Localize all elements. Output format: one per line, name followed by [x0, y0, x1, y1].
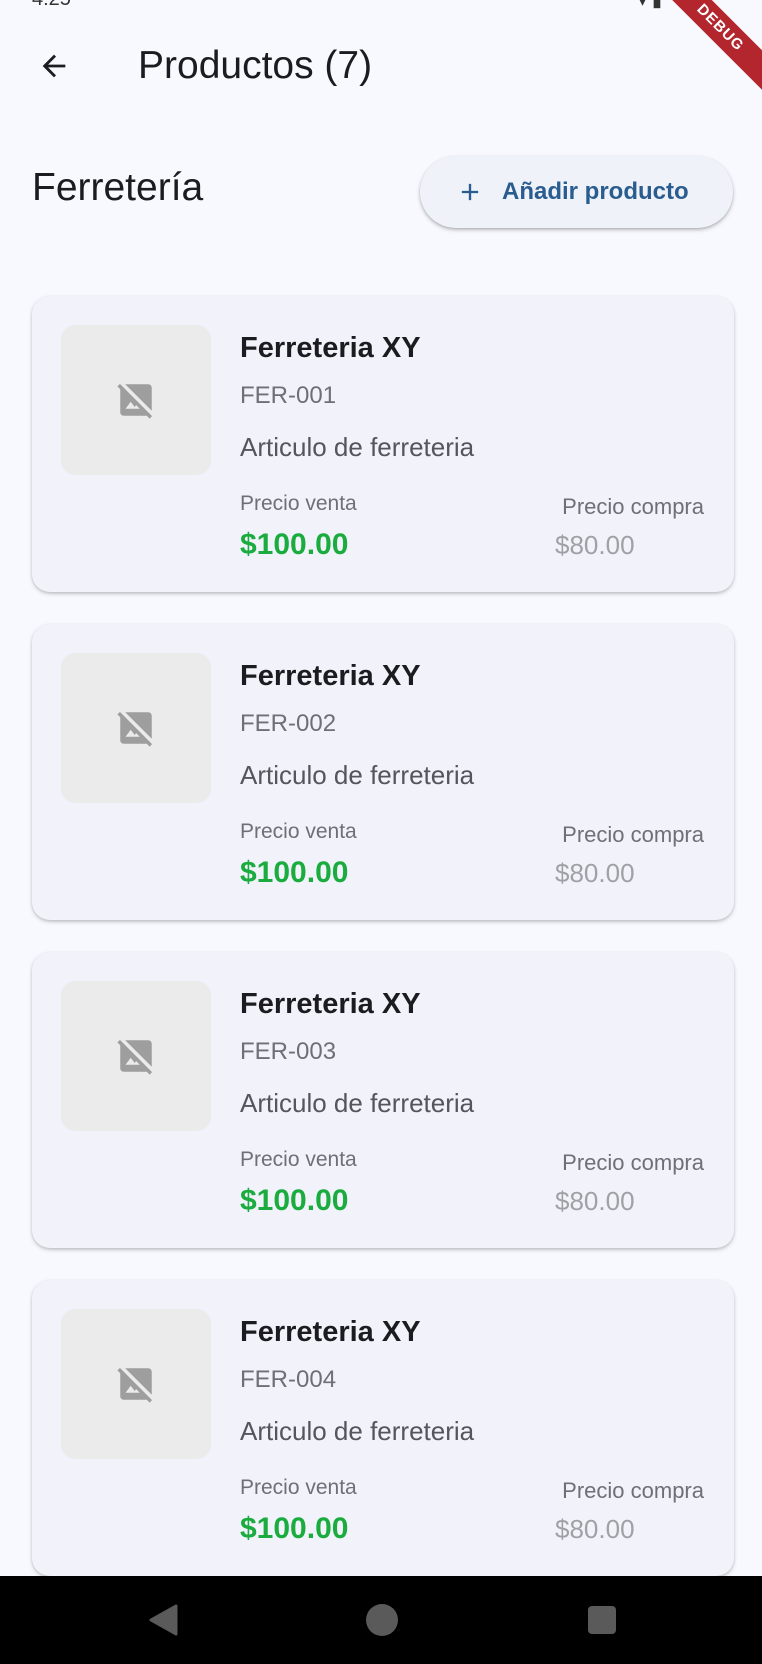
status-bar: 4:25 ▾ ▮: [0, 0, 762, 18]
sale-price-label: Precio venta: [240, 492, 357, 515]
sale-price: $100.00: [240, 528, 349, 561]
purchase-price: $80.00: [555, 530, 635, 560]
product-description: Articulo de ferreteria: [240, 1088, 475, 1118]
product-description: Articulo de ferreteria: [240, 1416, 475, 1446]
product-image-placeholder: [61, 1309, 211, 1459]
app-bar: Productos (7): [0, 20, 762, 112]
purchase-price-label: Precio compra: [562, 1150, 704, 1175]
section-header: Ferretería Añadir producto: [0, 152, 762, 228]
status-time: 4:25: [32, 0, 71, 11]
add-product-button[interactable]: Añadir producto: [420, 156, 733, 228]
sale-price-label: Precio venta: [240, 820, 357, 843]
product-card[interactable]: Ferreteria XY FER-002 Articulo de ferret…: [32, 624, 734, 920]
product-card[interactable]: Ferreteria XY FER-001 Articulo de ferret…: [32, 296, 734, 592]
product-description: Articulo de ferreteria: [240, 432, 475, 462]
arrow-left-icon: [42, 54, 66, 78]
sale-price: $100.00: [240, 1184, 349, 1217]
hide-image-icon: [117, 1367, 153, 1403]
product-name: Ferreteria XY: [240, 988, 421, 1020]
product-code: FER-004: [240, 1366, 337, 1393]
product-name: Ferreteria XY: [240, 332, 421, 364]
hide-image-icon: [117, 383, 153, 419]
plus-icon: [461, 183, 479, 201]
purchase-price: $80.00: [555, 1186, 635, 1216]
sale-price: $100.00: [240, 1512, 349, 1545]
sale-price-label: Precio venta: [240, 1148, 357, 1171]
nav-back-icon[interactable]: [148, 1604, 178, 1636]
hide-image-icon: [117, 1039, 153, 1075]
product-code: FER-001: [240, 382, 337, 409]
nav-home-icon[interactable]: [366, 1604, 398, 1636]
sale-price-label: Precio venta: [240, 1476, 357, 1499]
status-icons: ▾ ▮: [638, 0, 662, 10]
back-button[interactable]: [26, 38, 82, 94]
hide-image-icon: [117, 711, 153, 747]
system-navigation-bar: [0, 1576, 762, 1664]
product-description: Articulo de ferreteria: [240, 760, 475, 790]
product-image-placeholder: [61, 981, 211, 1131]
product-name: Ferreteria XY: [240, 660, 421, 692]
product-name: Ferreteria XY: [240, 1316, 421, 1348]
product-code: FER-002: [240, 710, 337, 737]
product-card[interactable]: Ferreteria XY FER-004 Articulo de ferret…: [32, 1280, 734, 1576]
sale-price: $100.00: [240, 856, 349, 889]
purchase-price-label: Precio compra: [562, 822, 704, 847]
product-code: FER-003: [240, 1038, 337, 1065]
nav-recents-icon[interactable]: [588, 1606, 616, 1634]
purchase-price-label: Precio compra: [562, 494, 704, 519]
product-card[interactable]: Ferreteria XY FER-003 Articulo de ferret…: [32, 952, 734, 1248]
purchase-price: $80.00: [555, 858, 635, 888]
product-image-placeholder: [61, 325, 211, 475]
purchase-price: $80.00: [555, 1514, 635, 1544]
purchase-price-label: Precio compra: [562, 1478, 704, 1503]
page-title: Productos (7): [138, 44, 373, 87]
screen: 4:25 ▾ ▮ DEBUG Productos (7) Ferretería …: [0, 0, 762, 1664]
category-title: Ferretería: [32, 166, 204, 209]
add-product-label: Añadir producto: [502, 178, 689, 205]
product-list: Ferreteria XY FER-001 Articulo de ferret…: [32, 296, 734, 1608]
product-image-placeholder: [61, 653, 211, 803]
